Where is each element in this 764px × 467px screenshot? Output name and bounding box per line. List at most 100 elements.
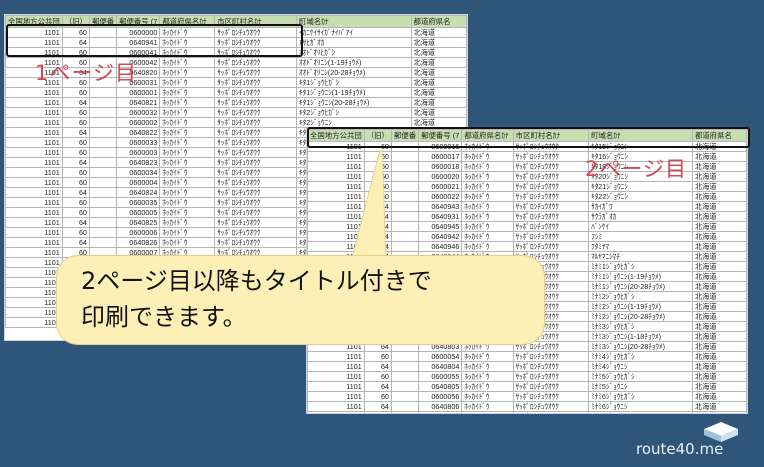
page-1-label: 1ページ目: [35, 61, 137, 85]
table-cell: 64: [61, 97, 90, 108]
callout-line-2: 印刷できます。: [81, 303, 247, 331]
table-cell: 64: [61, 157, 90, 168]
table-cell: [390, 191, 420, 202]
table-cell: 60: [363, 411, 392, 413]
table-cell: [88, 97, 118, 108]
table-cell: ｻｯﾎﾟﾛｼﾁｭｳｵｳｸ: [214, 147, 298, 158]
table-cell: [390, 351, 420, 362]
table-cell: ｷﾀ22ｼﾞｮｳﾆｼ: [588, 191, 693, 202]
table-cell: ﾐﾅﾐ1ｼﾞｮｳﾋｶﾞｼ: [588, 261, 693, 272]
table-cell: ｻｯﾎﾟﾛｼﾁｭｳｵｳｸ: [214, 127, 298, 138]
table-cell: ﾎｯｶｲﾄﾞｳ: [159, 227, 216, 238]
table-cell: [88, 147, 118, 158]
table-cell: ｻｯﾎﾟﾛｼﾁｭｳｵｳｸ: [214, 177, 298, 188]
table-cell: ﾐﾅﾐ3ｼﾞｮｳﾆｼ(20-28ﾁｮｳﾒ): [588, 341, 693, 352]
table-cell: 北海道: [691, 311, 747, 322]
table-cell: ﾌﾀﾐﾔﾏ: [588, 241, 693, 252]
table-cell: 0640821: [116, 97, 161, 108]
table-cell: 北海道: [410, 107, 467, 118]
table-row: 1101 60 0600056 ﾎｯｶｲﾄﾞｳ ｻｯﾎﾟﾛｼﾁｭｳｵｳｸ ﾐﾅﾐ6ｼﾞｮｳ…: [307, 391, 747, 402]
table-cell: ｻｯﾎﾟﾛｼﾁｭｳｵｳｸ: [512, 221, 590, 232]
table-cell: ｻｯﾎﾟﾛｼﾁｭｳｵｳｸ: [512, 401, 590, 412]
table-cell: 0600017: [418, 151, 463, 162]
table-cell: 1101: [307, 371, 365, 382]
table-cell: 1101: [5, 237, 63, 248]
table-cell: [88, 207, 118, 218]
table-cell: 北海道: [410, 47, 467, 58]
table-cell: 北海道: [691, 221, 747, 232]
table-cell: 1101: [5, 267, 63, 278]
table-cell: 64: [363, 381, 392, 392]
table-cell: 0640804: [418, 361, 463, 372]
table-cell: 北海道: [410, 117, 467, 128]
table-row: 1101 60 0600032 ﾎｯｶｲﾄﾞｳ ｻｯﾎﾟﾛｼﾁｭｳｵｳｸ ｷﾀ2ｼﾞｮｳﾋ…: [5, 107, 467, 118]
table-cell: ﾐﾅﾐ6ｼﾞｮｳﾋｶﾞｼ: [588, 391, 693, 402]
header-cell: 都道府県名: [410, 15, 467, 28]
table-cell: [390, 361, 420, 372]
table-cell: ｻｯﾎﾟﾛｼﾁｭｳｵｳｸ: [512, 211, 590, 222]
table-cell: 北海道: [410, 97, 467, 108]
table-cell: 0600054: [418, 351, 463, 362]
table-cell: ﾎｯｶｲﾄﾞｳ: [461, 401, 514, 412]
title-row-highlight-page-2: [307, 127, 750, 148]
table-cell: ﾐﾅﾐ2ｼﾞｮｳﾆｼ(20-28ﾁｮｳﾒ): [588, 311, 693, 322]
table-cell: 0600004: [116, 177, 161, 188]
table-cell: ｻｯﾎﾟﾛｼﾁｭｳｵｳｸ: [214, 137, 298, 148]
table-cell: 0600003: [116, 147, 161, 158]
table-cell: ｻｯﾎﾟﾛｼﾁｭｳｵｳｸ: [512, 371, 590, 382]
table-cell: ﾐﾅﾐ1ｼﾞｮｳﾆｼ(1-19ﾁｮｳﾒ): [588, 271, 693, 282]
table-cell: 60: [61, 107, 90, 118]
callout-text: 2ページ目以降もタイトル付きで 印刷できます。: [81, 263, 526, 335]
table-row: 1101 64 0640804 ﾎｯｶｲﾄﾞｳ ｻｯﾎﾟﾛｼﾁｭｳｵｳｸ ﾐﾅﾐ4ｼﾞｮｳ…: [307, 361, 747, 372]
table-cell: 北海道: [691, 251, 747, 262]
table-cell: ｻｯﾎﾟﾛｼﾁｭｳｵｳｸ: [214, 67, 298, 78]
table-cell: ｻｯﾎﾟﾛｼﾁｭｳｵｳｸ: [214, 167, 298, 178]
table-cell: [390, 161, 420, 172]
table-cell: ｷﾀ1ｼﾞｮｳﾆｼ(20-28ﾁｮｳﾒ): [296, 97, 412, 108]
table-cell: ﾊﾞﾝｹｲ: [588, 221, 693, 232]
table-cell: 60: [363, 391, 392, 402]
callout-tail: [351, 150, 387, 259]
table-cell: [88, 217, 118, 228]
table-cell: ﾐﾅﾐ4ｼﾞｮｳﾆｼ: [588, 361, 693, 372]
table-cell: ｻｯﾎﾟﾛｼﾁｭｳｵｳｸ: [214, 207, 298, 218]
table-cell: ﾎｯｶｲﾄﾞｳ: [159, 87, 216, 98]
table-cell: 1101: [5, 297, 63, 308]
table-cell: ﾎｯｶｲﾄﾞｳ: [461, 411, 514, 413]
table-cell: [390, 171, 420, 182]
table-cell: ﾎｯｶｲﾄﾞｳ: [159, 207, 216, 218]
table-cell: ﾎｯｶｲﾄﾞｳ: [461, 361, 514, 372]
table-cell: ｻｯﾎﾟﾛｼﾁｭｳｵｳｸ: [512, 201, 590, 212]
table-cell: [390, 201, 420, 212]
table-cell: ｷﾀ1ｼﾞｮｳﾆｼ(1-19ﾁｮｳﾒ): [296, 87, 412, 98]
table-cell: 北海道: [691, 261, 747, 272]
table-row: 1101 64 0640806 ﾎｯｶｲﾄﾞｳ ｻｯﾎﾟﾛｼﾁｭｳｵｳｸ ﾐﾅﾐ6ｼﾞｮｳ…: [307, 401, 747, 412]
table-cell: [88, 187, 118, 198]
table-cell: 1101: [5, 147, 63, 158]
table-cell: 1101: [5, 127, 63, 138]
table-cell: ﾎｯｶｲﾄﾞｳ: [461, 151, 514, 162]
table-cell: 1101: [307, 411, 365, 413]
table-cell: [390, 241, 420, 252]
table-cell: ﾎｯｶｲﾄﾞｳ: [159, 117, 216, 128]
table-cell: ｷﾀ2ｼﾞｮｳﾆｼ: [296, 117, 412, 128]
table-cell: 0640826: [116, 237, 161, 248]
table-cell: ｻｯﾎﾟﾛｼﾁｭｳｵｳｸ: [214, 157, 298, 168]
table-cell: 0600021: [418, 181, 463, 192]
table-cell: ｻｯﾎﾟﾛｼﾁｭｳｵｳｸ: [214, 87, 298, 98]
table-cell: [390, 211, 420, 222]
table-cell: 60: [61, 207, 90, 218]
table-cell: ｷﾀ21ｼﾞｮｳﾆｼ: [588, 181, 693, 192]
table-cell: [390, 381, 420, 392]
table-cell: ｲｶﾆｹｲｻｲｶﾞﾅｲﾊﾞｱｲ: [296, 27, 412, 38]
table-cell: ﾎｯｶｲﾄﾞｳ: [159, 237, 216, 248]
table-cell: ｻｯﾎﾟﾛｼﾁｭｳｵｳｸ: [512, 151, 590, 162]
table-cell: 北海道: [691, 291, 747, 302]
table-cell: 1101: [5, 217, 63, 228]
site-logo[interactable]: route40.me: [636, 421, 748, 461]
table-cell: 北海道: [410, 87, 467, 98]
table-cell: ｻｯﾎﾟﾛｼﾁｭｳｵｳｸ: [512, 171, 590, 182]
table-cell: 北海道: [691, 401, 747, 412]
table-cell: 1101: [5, 207, 63, 218]
table-cell: 60: [61, 197, 90, 208]
